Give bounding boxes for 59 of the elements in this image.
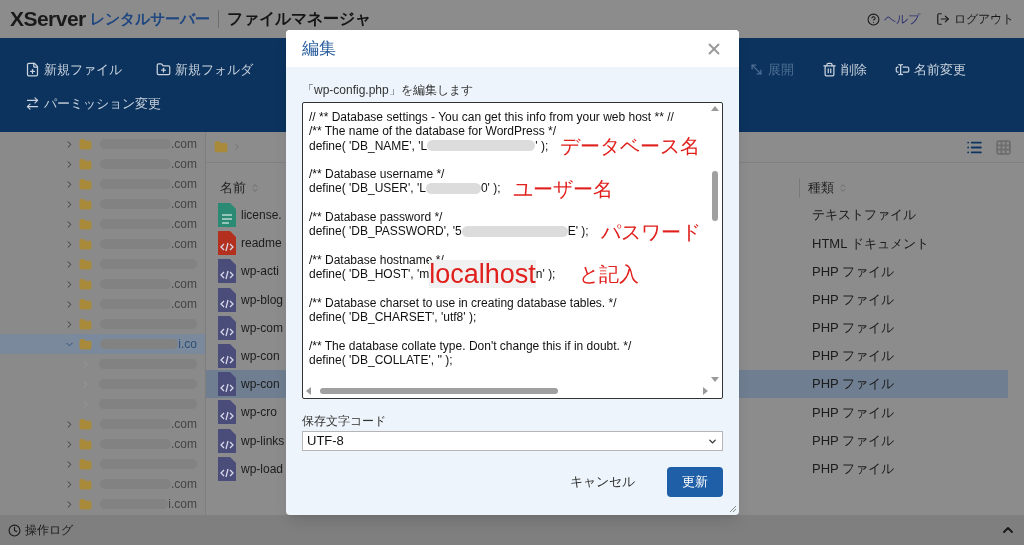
annotation-text: ユーザー名 [512, 176, 613, 201]
code-line: define( 'DB_COLLATE', '' ); [309, 353, 453, 368]
file-type: PHP ファイル [812, 403, 895, 422]
folder-name: i.co [178, 336, 197, 353]
file-name: wp-load [241, 460, 284, 478]
file-type: PHP ファイル [812, 319, 895, 338]
file-type: テキストファイル [812, 206, 916, 225]
folder-name: .com [171, 236, 197, 253]
code-text: define( 'DB_HOST', 'm [309, 267, 430, 282]
folder-name: .com [171, 276, 197, 293]
app-title: ファイルマネージャ [226, 9, 371, 29]
file-type: PHP ファイル [812, 290, 895, 309]
logo: XServer [10, 6, 86, 33]
file-name: wp-acti [241, 263, 279, 281]
code-line: /** Database password */ [309, 210, 443, 225]
code-line: /** The database collate type. Don't change this if in doubt. */ [309, 338, 632, 354]
annotation-text: パスワード [600, 219, 701, 244]
file-name: wp-con [241, 348, 280, 366]
code-text: define( 'DB_PASSWORD', '5 [309, 224, 462, 239]
dialog-title: 編集 [302, 37, 336, 60]
file-type: PHP ファイル [812, 460, 895, 479]
file-type: PHP ファイル [812, 347, 895, 366]
code-text: E' ); [567, 224, 589, 239]
annotation-text: データベース名 [560, 133, 701, 158]
folder-name: .com [171, 216, 197, 233]
file-name: wp-links [241, 432, 285, 450]
folder-name: .com [171, 176, 197, 193]
code-text: n' ); [535, 267, 556, 282]
code-line: /** Database username */ [309, 167, 445, 182]
file-name: wp-com [241, 319, 283, 337]
folder-name: .com [171, 436, 197, 453]
file-name: wp-cro [241, 404, 277, 422]
folder-name: .com [171, 156, 197, 173]
folder-name: .com [171, 296, 197, 313]
code-text: define( 'DB_USER', 'L [309, 181, 426, 196]
code-line: /** The name of the database for WordPress */ [309, 124, 557, 139]
logo-subtitle: レンタルサーバー [89, 8, 210, 29]
code-text: ' ); [535, 138, 549, 153]
annotation-text: と記入 [579, 262, 640, 287]
folder-name: .com [171, 136, 197, 153]
code-line: define( 'DB_CHARSET', 'utf8' ); [309, 310, 477, 325]
folder-name: .com [171, 416, 197, 433]
folder-name: .com [171, 196, 197, 213]
code-text: define( 'DB_NAME', 'L [309, 138, 428, 153]
code-text: 0' ); [480, 181, 501, 196]
field-label: 保存文字コード [302, 413, 387, 429]
folder-name: .com [171, 476, 197, 493]
dialog-description: 「wp-config.php」を編集します [302, 82, 474, 98]
file-name: wp-con [241, 376, 280, 394]
file-type: PHP ファイル [812, 262, 895, 281]
folder-name: i.com [168, 496, 197, 513]
file-type: PHP ファイル [812, 431, 895, 450]
file-name: license. [241, 207, 282, 225]
code-line: // ** Database settings - You can get this info from your web host ** // [309, 110, 674, 125]
file-type: PHP ファイル [812, 375, 895, 394]
code-line: /** Database charset to use in creating database tables. */ [309, 295, 617, 311]
file-name: readme [241, 235, 282, 253]
file-name: wp-blog [241, 291, 284, 309]
file-type: HTML ドキュメント [812, 234, 929, 253]
